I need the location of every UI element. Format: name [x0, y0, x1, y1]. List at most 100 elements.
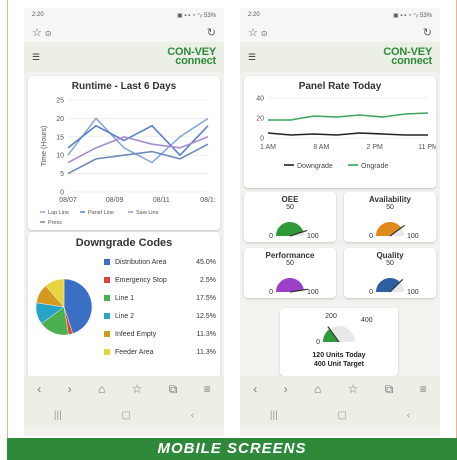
status-icons: ▣ ▪ ▪ ◔ ⁺ᵢₗ 53% [393, 12, 432, 19]
browser-nav-bar: ‹ › ⌂ ☆ ⧉ ≡ [240, 376, 440, 402]
reload-icon[interactable]: ↻ [207, 26, 216, 39]
home-button-icon[interactable]: ▢ [337, 410, 346, 421]
x-tick-label: 2 PM [366, 144, 383, 151]
system-back-icon[interactable]: ‹ [407, 410, 410, 421]
y-tick-label: 0 [260, 136, 264, 143]
gauge-value: 50 [386, 204, 394, 211]
legend-percent: 45.0% [196, 258, 216, 266]
x-tick-label: 08/07 [59, 197, 77, 204]
gauge-title: Availability [369, 195, 411, 204]
downgrade-legend-item: Infeed Empty 11.3% [104, 326, 216, 342]
status-time: 2:20 [32, 12, 44, 18]
logo-bottom: connect [175, 55, 216, 67]
x-tick-label: 08/09 [106, 197, 124, 204]
legend-swatch [104, 313, 110, 319]
x-tick-label: 1 AM [260, 144, 276, 151]
y-tick-label: 20 [56, 116, 64, 123]
legend-label: Emergency Stop [115, 276, 167, 284]
system-nav-bar: ||| ▢ ‹ [24, 402, 224, 428]
gauge-value: 50 [386, 260, 394, 267]
bookmark-icon[interactable]: ☆ [132, 382, 143, 396]
downgrade-pie [35, 278, 93, 336]
downgrade-legend: Distribution Area 45.0% Emergency Stop 2.5%… [104, 254, 216, 360]
units-max: 400 [361, 317, 373, 324]
gauge-min: 0 [269, 233, 273, 240]
units-min: 0 [316, 339, 320, 346]
recents-icon[interactable]: ||| [270, 410, 278, 421]
units-today: 120 Units Today [312, 352, 366, 359]
x-tick-label: 8 AM [313, 144, 329, 151]
units-mid: 200 [325, 313, 337, 320]
mobile-screens-banner: MOBILE SCREENS [7, 438, 457, 460]
gauge-card: Performance 50 0 100 [244, 248, 336, 298]
reload-icon[interactable]: ↻ [423, 26, 432, 39]
tabs-icon[interactable]: ⧉ [385, 382, 394, 397]
runtime-card: Runtime - Last 6 Days 0 5 10 15 20 25 Time (Ho… [28, 76, 220, 230]
legend-label: Press [48, 220, 62, 226]
star-icon[interactable]: ☆ ⊙ [32, 26, 52, 39]
gauge-max: 100 [407, 233, 419, 240]
system-back-icon[interactable]: ‹ [191, 410, 194, 421]
tabs-icon[interactable]: ⧉ [169, 382, 178, 397]
home-icon[interactable]: ⌂ [314, 382, 321, 396]
downgrade-legend-item: Emergency Stop 2.5% [104, 272, 216, 288]
more-icon[interactable]: ≡ [420, 382, 427, 396]
runtime-chart: 0 5 10 15 20 25 Time (Hours) 08/07 08/09 08/11 08/… [40, 98, 216, 226]
y-tick-label: 25 [56, 98, 64, 105]
logo-bottom: connect [391, 55, 432, 67]
status-icons: ▣ ▪ ▪ ◔ ⁺ᵢₗ 53% [177, 12, 216, 19]
series-line [67, 135, 209, 164]
gauge-dial: 0 100 [369, 222, 419, 240]
downgrade-legend-item: Feeder Area 11.3% [104, 344, 216, 360]
downgrade-legend-item: Line 1 17.5% [104, 290, 216, 306]
gauge-max: 100 [307, 289, 319, 296]
legend-swatch [104, 259, 110, 265]
series-line [268, 112, 429, 121]
gauge-max: 100 [307, 233, 319, 240]
star-icon[interactable]: ☆ ⊙ [248, 26, 268, 39]
x-tick-label: 08/1: [200, 197, 216, 204]
panel-rate-chart: 0 20 40 1 AM 8 AM 2 PM 11 PM Downgrade Ongrade [256, 96, 436, 171]
series-line [267, 132, 428, 136]
menu-icon[interactable]: ☰ [32, 52, 40, 63]
gauge-max: 100 [407, 289, 419, 296]
forward-icon[interactable]: › [68, 382, 72, 396]
menu-icon[interactable]: ☰ [248, 52, 256, 63]
gauge-card: Availability 50 0 100 [344, 192, 436, 242]
y-tick-label: 0 [60, 190, 64, 197]
home-icon[interactable]: ⌂ [98, 382, 105, 396]
gauge-min: 0 [369, 233, 373, 240]
downgrade-title: Downgrade Codes [75, 237, 173, 249]
legend-percent: 17.5% [196, 294, 216, 302]
phone-screen-right: 2:20 ▣ ▪ ▪ ◔ ⁺ᵢₗ 53% ☆ ⊙ ↻ ☰ CON-VEY con… [240, 8, 440, 436]
downgrade-card: Downgrade Codes Distribution Area 45.0% Em… [28, 232, 220, 378]
bookmark-icon[interactable]: ☆ [348, 382, 359, 396]
legend-swatch [104, 277, 110, 283]
gauge-card: Quality 50 0 100 [344, 248, 436, 298]
downgrade-legend-item: Line 2 12.5% [104, 308, 216, 324]
app-header: ☰ CON-VEY connect [24, 42, 224, 72]
legend-label: Feeder Area [115, 348, 154, 356]
home-button-icon[interactable]: ▢ [121, 410, 130, 421]
legend-swatch [104, 349, 110, 355]
status-bar: 2:20 ▣ ▪ ▪ ◔ ⁺ᵢₗ 53% [240, 8, 440, 22]
back-icon[interactable]: ‹ [37, 382, 41, 396]
more-icon[interactable]: ≡ [204, 382, 211, 396]
system-nav-bar: ||| ▢ ‹ [240, 402, 440, 428]
gauge-min: 0 [369, 289, 373, 296]
y-tick-label: 20 [256, 116, 264, 123]
logo: CON-VEY connect [383, 47, 432, 67]
forward-icon[interactable]: › [284, 382, 288, 396]
y-tick-label: 15 [56, 134, 64, 141]
x-tick-label: 11 PM [418, 144, 436, 151]
legend-label: Infeed Empty [115, 330, 157, 338]
legend-swatch [104, 331, 110, 337]
y-tick-label: 40 [256, 96, 264, 103]
legend-label: Saw Line [136, 210, 159, 216]
gauge-title: Performance [265, 251, 315, 260]
browser-toolbar: ☆ ⊙ ↻ [240, 22, 440, 42]
back-icon[interactable]: ‹ [253, 382, 257, 396]
recents-icon[interactable]: ||| [54, 410, 62, 421]
runtime-title: Runtime - Last 6 Days [71, 81, 177, 92]
gauge-dial: 0 100 [369, 278, 419, 296]
